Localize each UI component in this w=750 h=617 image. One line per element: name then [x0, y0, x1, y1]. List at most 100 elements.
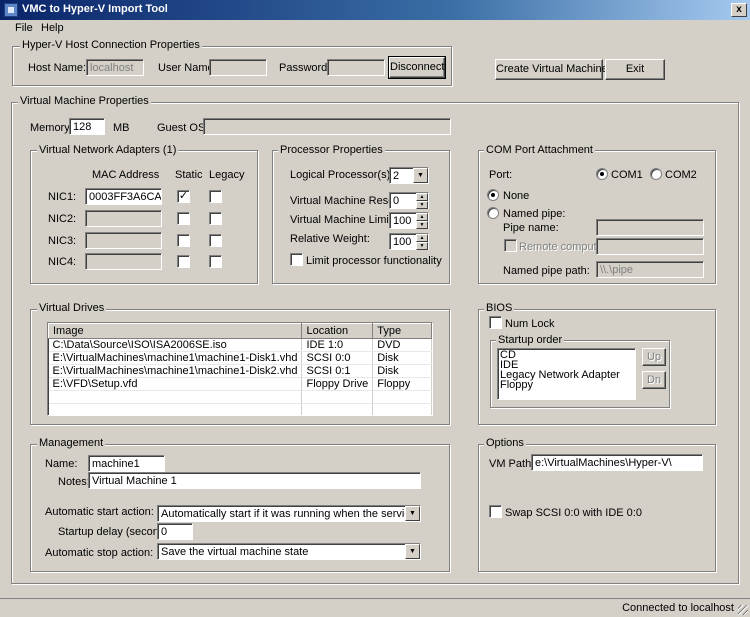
- user-name-input[interactable]: [209, 59, 267, 76]
- type-column-header[interactable]: Type: [372, 323, 432, 339]
- static-column-header: Static: [175, 169, 203, 181]
- nic1-legacy-checkbox[interactable]: [209, 190, 222, 203]
- location-column-header[interactable]: Location: [301, 323, 374, 339]
- nic2-static-checkbox[interactable]: [177, 212, 190, 225]
- stop-action-select[interactable]: Save the virtual machine state: [157, 543, 421, 560]
- nic2-legacy-checkbox[interactable]: [209, 212, 222, 225]
- remote-computer-input[interactable]: [596, 238, 704, 255]
- virtual-drives-table[interactable]: Image Location Type C:\Data\Source\ISO\I…: [47, 322, 433, 416]
- notes-input[interactable]: Virtual Machine 1: [88, 472, 421, 489]
- relative-weight-up-icon[interactable]: ▲: [416, 234, 428, 242]
- start-action-label: Automatic start action:: [45, 506, 154, 518]
- memory-input[interactable]: 128: [69, 118, 105, 135]
- nic3-legacy-checkbox[interactable]: [209, 234, 222, 247]
- nic2-mac-input[interactable]: [85, 210, 162, 227]
- bios-title: BIOS: [484, 302, 515, 314]
- table-row[interactable]: E:\VirtualMachines\machine1\machine1-Dis…: [48, 364, 432, 378]
- table-row[interactable]: E:\VFD\Setup.vfd Floppy Drive Floppy: [48, 377, 432, 391]
- host-connection-title: Hyper-V Host Connection Properties: [20, 39, 202, 51]
- logical-processors-label: Logical Processor(s):: [290, 169, 394, 181]
- name-input[interactable]: machine1: [88, 455, 165, 472]
- named-pipe-path-label: Named pipe path:: [503, 265, 590, 277]
- exit-button[interactable]: Exit: [605, 59, 665, 80]
- processor-title: Processor Properties: [278, 144, 385, 156]
- host-name-input[interactable]: localhost: [86, 59, 144, 76]
- limit-processor-checkbox[interactable]: [290, 253, 303, 266]
- drive-image-cell: E:\VirtualMachines\machine1\machine1-Dis…: [48, 364, 303, 378]
- start-action-select[interactable]: Automatically start if it was running wh…: [157, 505, 421, 522]
- none-label: None: [503, 190, 530, 202]
- start-action-value: Automatically start if it was running wh…: [161, 508, 420, 520]
- network-adapters-title: Virtual Network Adapters (1): [37, 144, 179, 156]
- logical-processors-value: 2: [393, 170, 400, 182]
- virtual-drives-title: Virtual Drives: [37, 302, 107, 314]
- vm-properties-title: Virtual Machine Properties: [18, 95, 151, 107]
- swap-scsi-label: Swap SCSI 0:0 with IDE 0:0: [505, 507, 642, 519]
- nic4-mac-input[interactable]: [85, 253, 162, 270]
- move-down-button[interactable]: Dn: [642, 371, 666, 389]
- password-input[interactable]: [327, 59, 385, 76]
- menu-help[interactable]: Help: [38, 22, 67, 34]
- notes-label: Notes:: [58, 476, 90, 488]
- nic1-static-checkbox[interactable]: ✓: [177, 190, 190, 203]
- create-vm-button[interactable]: Create Virtual Machine: [495, 59, 608, 80]
- resize-grip-icon[interactable]: [738, 605, 748, 615]
- table-row: [48, 403, 432, 415]
- drive-image-cell: C:\Data\Source\ISO\ISA2006SE.iso: [48, 338, 303, 352]
- numlock-checkbox[interactable]: [489, 316, 502, 329]
- com1-radio[interactable]: [596, 168, 608, 180]
- com2-radio[interactable]: [650, 168, 662, 180]
- options-title: Options: [484, 437, 526, 449]
- nic4-static-checkbox[interactable]: [177, 255, 190, 268]
- nic2-label: NIC2:: [48, 213, 77, 225]
- vm-limit-down-icon[interactable]: ▼: [416, 221, 428, 229]
- user-name-label: User Name:: [158, 62, 217, 74]
- remote-computer-checkbox[interactable]: [504, 239, 517, 252]
- startup-delay-input[interactable]: 0: [157, 523, 193, 540]
- nic1-label: NIC1:: [48, 191, 77, 203]
- list-item[interactable]: CD: [500, 350, 633, 361]
- vm-path-input[interactable]: e:\VirtualMachines\Hyper-V\: [531, 454, 703, 471]
- host-name-label: Host Name:: [28, 62, 87, 74]
- guest-os-input[interactable]: [203, 118, 451, 135]
- nic3-mac-input[interactable]: [85, 232, 162, 249]
- close-button[interactable]: x: [731, 3, 747, 17]
- vm-reserve-down-icon[interactable]: ▼: [416, 201, 428, 209]
- move-up-button[interactable]: Up: [642, 348, 666, 366]
- drive-type-cell: DVD: [372, 338, 432, 352]
- nic3-static-checkbox[interactable]: [177, 234, 190, 247]
- list-item[interactable]: Floppy: [500, 380, 633, 391]
- start-action-dropdown-icon[interactable]: ▼: [405, 506, 420, 521]
- nic4-label: NIC4:: [48, 256, 77, 268]
- nic4-legacy-checkbox[interactable]: [209, 255, 222, 268]
- drive-image-cell: E:\VFD\Setup.vfd: [48, 377, 303, 391]
- none-radio[interactable]: [487, 189, 499, 201]
- disconnect-button[interactable]: Disconnect: [388, 56, 446, 79]
- vm-limit-up-icon[interactable]: ▲: [416, 213, 428, 221]
- com-port-title: COM Port Attachment: [484, 144, 595, 156]
- port-label: Port:: [489, 169, 513, 181]
- table-row[interactable]: C:\Data\Source\ISO\ISA2006SE.iso IDE 1:0…: [48, 338, 432, 352]
- vm-reserve-up-icon[interactable]: ▲: [416, 193, 428, 201]
- pipe-name-input[interactable]: [596, 219, 704, 236]
- startup-order-title: Startup order: [496, 334, 565, 346]
- drive-image-cell: E:\VirtualMachines\machine1\machine1-Dis…: [48, 351, 303, 365]
- named-pipe-path-input[interactable]: \\.\pipe: [596, 261, 704, 278]
- startup-order-list[interactable]: CD IDE Legacy Network Adapter Floppy: [497, 348, 636, 400]
- stop-action-value: Save the virtual machine state: [161, 546, 309, 558]
- vm-limit-label: Virtual Machine Limit:: [290, 214, 395, 226]
- named-pipe-radio[interactable]: [487, 207, 499, 219]
- app-icon: [4, 3, 18, 17]
- stop-action-dropdown-icon[interactable]: ▼: [405, 544, 420, 559]
- image-column-header[interactable]: Image: [48, 323, 303, 339]
- menu-file[interactable]: File: [12, 22, 36, 34]
- nic1-mac-input[interactable]: 0003FF3A6CA2: [85, 188, 162, 205]
- table-row[interactable]: E:\VirtualMachines\machine1\machine1-Dis…: [48, 351, 432, 365]
- logical-processors-dropdown-icon[interactable]: ▼: [413, 168, 428, 183]
- window-title: VMC to Hyper-V Import Tool: [22, 3, 168, 15]
- mac-column-header: MAC Address: [92, 169, 160, 181]
- swap-scsi-checkbox[interactable]: [489, 505, 502, 518]
- pipe-name-label: Pipe name:: [503, 222, 559, 234]
- relative-weight-down-icon[interactable]: ▼: [416, 242, 428, 250]
- management-title: Management: [37, 437, 106, 449]
